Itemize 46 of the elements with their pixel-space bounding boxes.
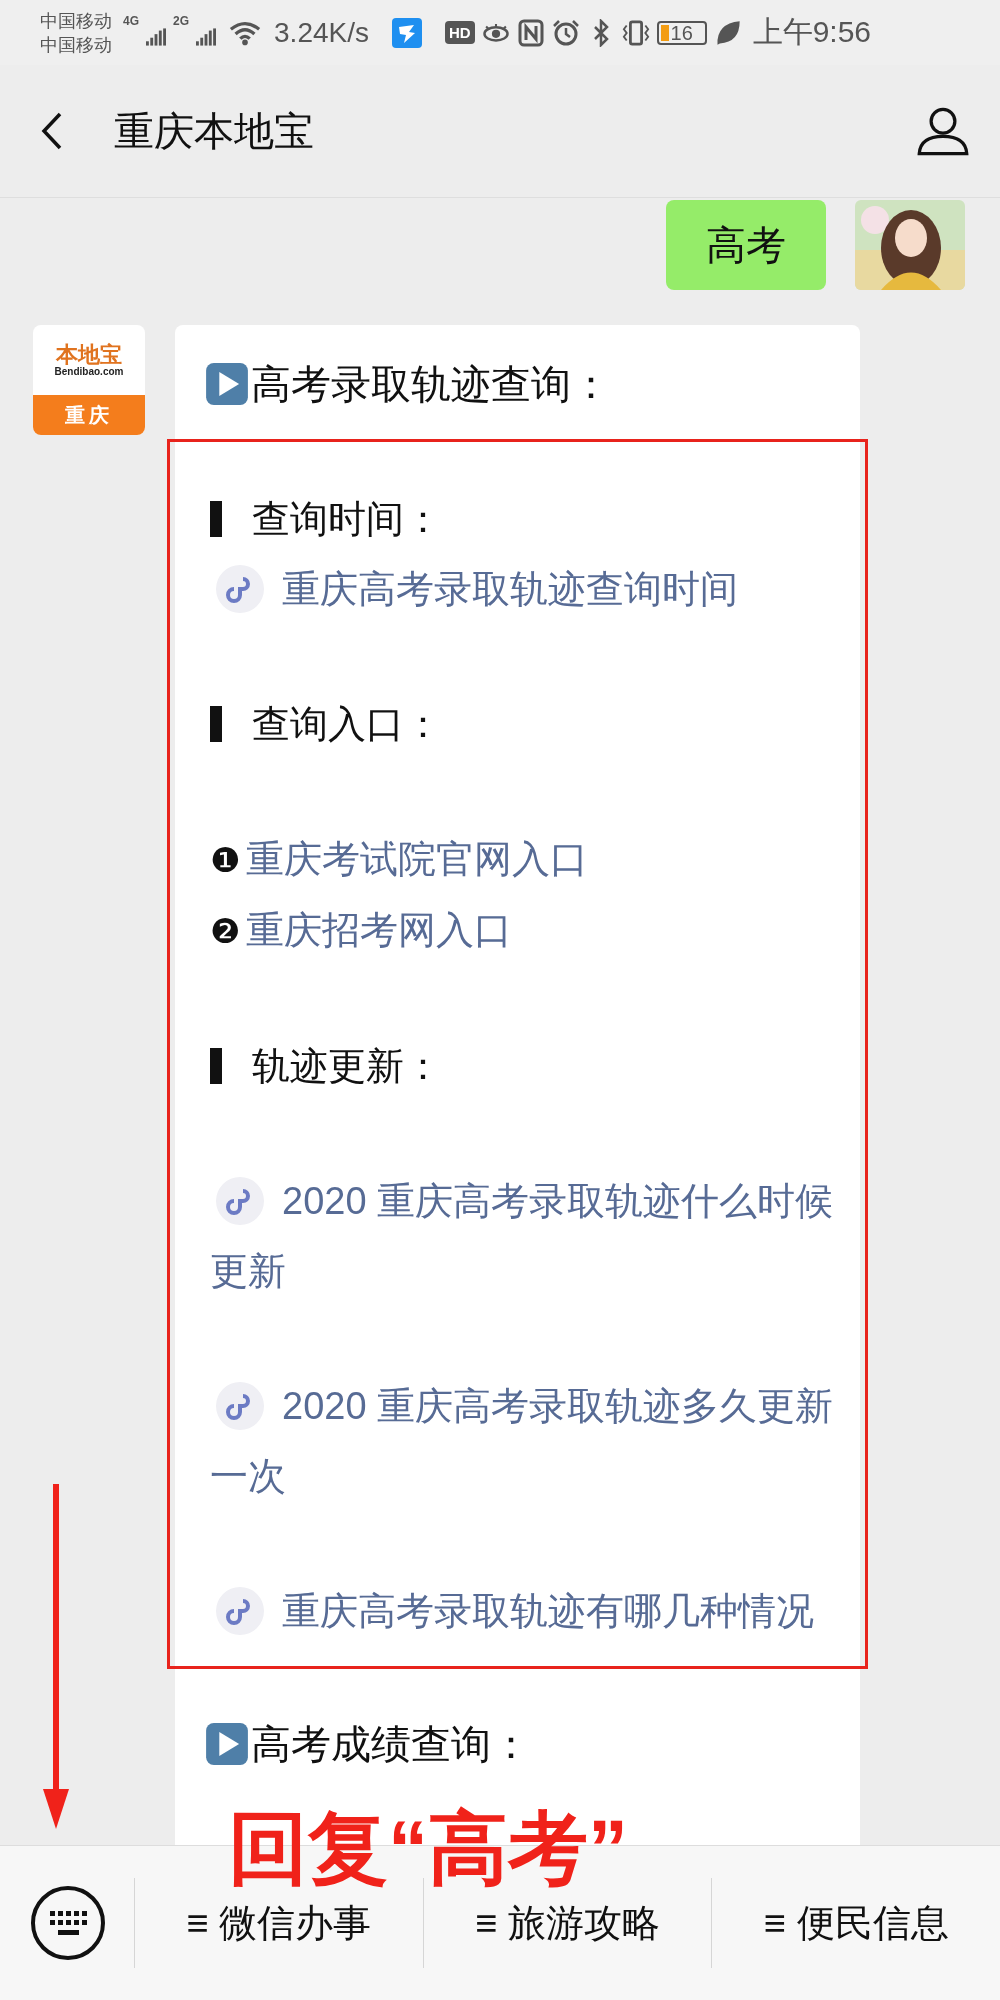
section-bar xyxy=(210,706,222,742)
article-link[interactable]: 重庆招考网入口 xyxy=(246,909,513,951)
article-link[interactable]: 重庆高考录取轨迹有哪几种情况 xyxy=(210,1576,835,1646)
menu-item[interactable]: ≡ 便民信息 xyxy=(712,1887,1000,1959)
logo-city: 重庆 xyxy=(33,395,145,435)
logo-domain: Bendibao.com xyxy=(54,365,124,377)
section-heading: 高考成绩查询： xyxy=(251,1720,531,1768)
play-icon xyxy=(205,1722,249,1766)
bird-app-icon xyxy=(392,17,422,48)
section-label: 查询时间： xyxy=(252,498,442,540)
section-label: 轨迹更新： xyxy=(252,1045,442,1087)
network-speed: 3.24K/s xyxy=(274,16,369,49)
nfc-icon xyxy=(516,18,545,47)
keyboard-icon[interactable] xyxy=(30,1885,106,1961)
hd-icon: HD xyxy=(445,21,475,44)
section-bar xyxy=(210,1048,222,1084)
wifi-icon xyxy=(229,19,262,46)
play-icon xyxy=(205,362,249,406)
signal-icon xyxy=(196,25,217,48)
clock-time: 上午9:56 xyxy=(752,14,872,50)
carrier-name: 中国移动 xyxy=(40,9,112,33)
battery-icon: 16 xyxy=(656,20,707,45)
chat-title: 重庆本地宝 xyxy=(114,107,315,155)
person-icon[interactable] xyxy=(916,106,970,156)
vibrate-icon xyxy=(621,18,650,47)
message-bubble: 高考 xyxy=(666,200,826,290)
article-link[interactable]: 2020 重庆高考录取轨迹什么时候更新 xyxy=(210,1166,835,1306)
logo-brand: 本地宝 xyxy=(56,343,122,366)
number-marker: ❶ xyxy=(210,841,241,879)
link-icon xyxy=(216,565,264,613)
article-link[interactable]: 重庆高考录取轨迹查询时间 xyxy=(210,554,835,624)
network-type: 2G xyxy=(173,14,190,28)
section-label: 查询入口： xyxy=(252,703,442,745)
section-heading: 高考录取轨迹查询： xyxy=(251,360,611,408)
network-type: 4G xyxy=(123,14,139,28)
number-marker: ❷ xyxy=(210,912,241,950)
carrier-name: 中国移动 xyxy=(40,33,112,57)
link-icon xyxy=(216,1177,264,1225)
link-icon xyxy=(216,1382,264,1430)
signal-icon xyxy=(146,25,166,48)
back-icon[interactable] xyxy=(40,111,64,151)
article-link[interactable]: 2020 重庆高考录取轨迹多久更新一次 xyxy=(210,1371,835,1511)
article-link[interactable]: 重庆考试院官网入口 xyxy=(246,838,589,880)
section-bar xyxy=(210,501,222,537)
link-icon xyxy=(216,1587,264,1635)
alarm-icon xyxy=(551,18,580,47)
